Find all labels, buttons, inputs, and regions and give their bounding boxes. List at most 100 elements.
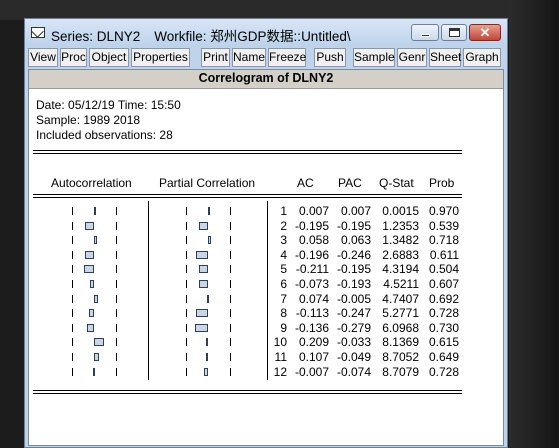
pac-confidence-dash-right — [230, 207, 231, 215]
pac-value: -0.246 — [336, 247, 371, 262]
rule-top-2 — [33, 153, 462, 154]
pac-confidence-dash-right — [230, 323, 231, 332]
qstat-value: 8.7052 — [382, 350, 419, 364]
rule-top-1 — [33, 150, 462, 151]
ac-value: 0.058 — [298, 233, 329, 248]
pac-confidence-dash-left — [186, 309, 187, 318]
ac-confidence-dash-left — [72, 280, 73, 288]
pac-confidence-dash-left — [186, 294, 187, 303]
pac-bar — [208, 207, 210, 215]
qstat-value: 8.7079 — [382, 364, 419, 379]
ac-confidence-dash-right — [116, 353, 117, 361]
pac-bar — [198, 221, 208, 230]
ac-confidence-dash-left — [72, 323, 73, 332]
ac-confidence-dash-right — [116, 265, 117, 274]
ac-confidence-dash-left — [72, 367, 73, 376]
view-button[interactable]: View — [28, 48, 58, 67]
freeze-button[interactable]: Freeze — [268, 48, 306, 67]
toolbar: View Proc Object Properties Print Name F… — [28, 48, 504, 68]
title-bar[interactable]: Series: DLNY2 Workfile: 郑州GDP数据::Untitled… — [25, 19, 507, 47]
pac-value: 0.007 — [340, 204, 371, 218]
properties-button[interactable]: Properties — [131, 48, 190, 67]
lag-value: 3 — [280, 233, 287, 248]
ac-confidence-dash-right — [116, 323, 117, 332]
prob-value: 0.539 — [428, 218, 459, 233]
pac-confidence-dash-left — [186, 250, 187, 259]
pac-confidence-dash-left — [186, 221, 187, 230]
workfile-label: Workfile: 郑州GDP数据::Untitled\ — [154, 29, 351, 44]
ac-confidence-dash-right — [116, 294, 117, 303]
pac-confidence-dash-left — [186, 353, 187, 361]
object-button[interactable]: Object — [89, 48, 129, 67]
proc-button[interactable]: Proc — [60, 48, 87, 67]
name-button[interactable]: Name — [232, 48, 266, 67]
prob-value: 0.730 — [428, 320, 459, 335]
ac-bar — [92, 367, 95, 376]
series-mail-icon — [31, 27, 45, 38]
ac-bar — [94, 338, 105, 347]
ac-confidence-dash-left — [72, 265, 73, 274]
prob-value: 0.692 — [428, 291, 459, 306]
ac-confidence-dash-right — [116, 207, 117, 215]
qstat-value: 1.3482 — [382, 233, 419, 248]
maximize-icon — [449, 28, 460, 37]
prob-value: 0.611 — [429, 247, 459, 262]
print-button[interactable]: Print — [201, 48, 230, 67]
minimize-button[interactable] — [411, 24, 439, 41]
view-title: Correlogram of DLNY2 — [29, 70, 503, 89]
pac-value: -0.195 — [336, 262, 371, 277]
ac-value: -0.211 — [295, 262, 329, 277]
pac-value: -0.049 — [336, 350, 371, 364]
ac-confidence-dash-right — [116, 250, 117, 259]
ac-value: -0.073 — [294, 277, 329, 291]
pac-bar — [196, 250, 208, 259]
lag-value: 12 — [273, 364, 287, 379]
autocorrelation-header: Autocorrelation — [51, 176, 132, 190]
rule-header-1 — [33, 194, 462, 195]
prob-value: 0.649 — [428, 350, 459, 364]
qstat-value: 2.6883 — [382, 247, 419, 262]
ac-header: AC — [297, 176, 314, 190]
series-window: Series: DLNY2 Workfile: 郑州GDP数据::Untitled… — [24, 18, 508, 448]
ac-bar — [87, 323, 94, 332]
lag-value: 5 — [280, 262, 287, 277]
ac-confidence-dash-left — [72, 294, 73, 303]
ac-confidence-dash-left — [72, 353, 73, 361]
ac-value: -0.196 — [294, 247, 329, 262]
ac-value: -0.136 — [294, 320, 329, 335]
sample-line: Sample: 1989 2018 — [36, 113, 141, 127]
maximize-button[interactable] — [441, 24, 467, 41]
desktop-background — [509, 0, 559, 448]
pac-value: 0.063 — [340, 233, 371, 248]
pac-value: -0.195 — [336, 218, 371, 233]
ac-bar — [90, 280, 94, 288]
ac-value: -0.113 — [295, 306, 329, 321]
pac-confidence-dash-left — [186, 265, 187, 274]
ac-confidence-dash-left — [72, 250, 73, 259]
lag-value: 10 — [273, 335, 287, 350]
pac-bar — [194, 323, 208, 332]
lag-value: 2 — [280, 218, 287, 233]
pac-value: -0.247 — [336, 306, 371, 321]
genr-button[interactable]: Genr — [397, 48, 427, 67]
rule-bottom-1 — [33, 390, 462, 391]
sheet-button[interactable]: Sheet — [429, 48, 461, 67]
pac-bar — [208, 236, 212, 245]
pac-confidence-dash-right — [230, 367, 231, 376]
sample-button[interactable]: Sample — [353, 48, 395, 67]
pac-confidence-dash-left — [186, 367, 187, 376]
lag-value: 7 — [280, 291, 287, 306]
qstat-value: 4.3194 — [382, 262, 419, 277]
push-button[interactable]: Push — [314, 48, 346, 67]
pac-confidence-dash-left — [186, 280, 187, 288]
pac-confidence-dash-right — [230, 309, 231, 318]
close-button[interactable]: ✕ — [469, 24, 501, 41]
ac-value: -0.007 — [294, 364, 329, 379]
ac-confidence-dash-right — [116, 236, 117, 245]
prob-value: 0.504 — [428, 262, 459, 277]
graph-button[interactable]: Graph — [463, 48, 501, 67]
ac-bar — [94, 294, 98, 303]
pac-value: -0.074 — [336, 364, 371, 379]
prob-value: 0.607 — [428, 277, 459, 291]
partial-correlation-header: Partial Correlation — [159, 176, 256, 190]
